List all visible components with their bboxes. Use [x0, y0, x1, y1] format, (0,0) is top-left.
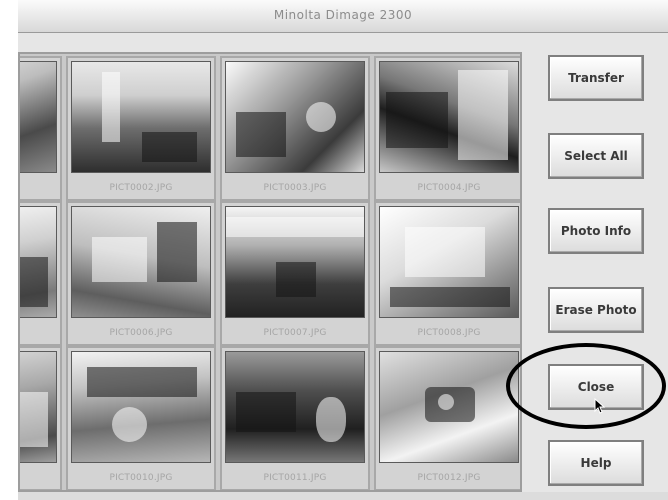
thumbnail-item[interactable]: PICT0005.JPG: [20, 201, 62, 346]
thumbnail-item[interactable]: PICT0007.JPG: [220, 201, 370, 346]
transfer-button[interactable]: Transfer: [548, 55, 644, 101]
photo-thumbnail: [379, 351, 519, 463]
thumbnail-item[interactable]: PICT0006.JPG: [66, 201, 216, 346]
photo-thumbnail: [225, 351, 365, 463]
thumbnail-item[interactable]: PICT0009.JPG: [20, 346, 62, 490]
erase-photo-button[interactable]: Erase Photo: [548, 287, 644, 333]
thumbnail-item[interactable]: PICT0004.JPG: [374, 56, 520, 201]
thumbnail-filename: PICT0006.JPG: [109, 328, 173, 338]
thumbnail-item[interactable]: PICT0008.JPG: [374, 201, 520, 346]
thumbnail-filename: PICT0010.JPG: [109, 473, 173, 483]
screen: Minolta Dimage 2300 PICT0001.JPG PICT000…: [0, 0, 668, 500]
thumbnail-filename: PICT0008.JPG: [417, 328, 481, 338]
thumbnail-filename: PICT0002.JPG: [109, 183, 173, 193]
mouse-pointer-icon: [594, 398, 606, 414]
thumbnail-filename: PICT0009.JPG: [20, 473, 60, 483]
thumbnail-item[interactable]: PICT0002.JPG: [66, 56, 216, 201]
thumbnail-filename: PICT0003.JPG: [263, 183, 327, 193]
photo-thumbnail: [225, 206, 365, 318]
thumbnail-filename: PICT0005.JPG: [20, 328, 60, 338]
photo-thumbnail: [225, 61, 365, 173]
thumbnail-filename: PICT0012.JPG: [417, 473, 481, 483]
thumbnail-filename: PICT0007.JPG: [263, 328, 327, 338]
help-button[interactable]: Help: [548, 440, 644, 486]
thumbnail-filename: PICT0001.JPG: [20, 183, 60, 193]
thumbnail-item[interactable]: PICT0011.JPG: [220, 346, 370, 490]
thumbnail-filename: PICT0011.JPG: [263, 473, 327, 483]
thumbnail-filename: PICT0004.JPG: [417, 183, 481, 193]
photo-thumbnail: [379, 61, 519, 173]
window-bottom-strip: [18, 492, 668, 500]
photo-info-button[interactable]: Photo Info: [548, 208, 644, 254]
photo-thumbnail: [20, 351, 57, 463]
photo-thumbnail: [20, 61, 57, 173]
thumbnail-item[interactable]: PICT0003.JPG: [220, 56, 370, 201]
window-title: Minolta Dimage 2300: [273, 8, 413, 22]
photo-thumbnail: [71, 206, 211, 318]
thumbnail-item[interactable]: PICT0010.JPG: [66, 346, 216, 490]
thumbnail-grid: PICT0001.JPG PICT0002.JPG PICT0003.JPG: [20, 56, 520, 490]
thumbnail-panel: PICT0001.JPG PICT0002.JPG PICT0003.JPG: [18, 52, 522, 492]
photo-thumbnail: [71, 61, 211, 173]
photo-thumbnail: [71, 351, 211, 463]
background-window-edge: [0, 0, 19, 500]
select-all-button[interactable]: Select All: [548, 133, 644, 179]
thumbnail-item[interactable]: PICT0001.JPG: [20, 56, 62, 201]
photo-thumbnail: [20, 206, 57, 318]
photo-thumbnail: [379, 206, 519, 318]
thumbnail-item[interactable]: PICT0012.JPG: [374, 346, 520, 490]
window-titlebar[interactable]: Minolta Dimage 2300: [18, 0, 668, 33]
